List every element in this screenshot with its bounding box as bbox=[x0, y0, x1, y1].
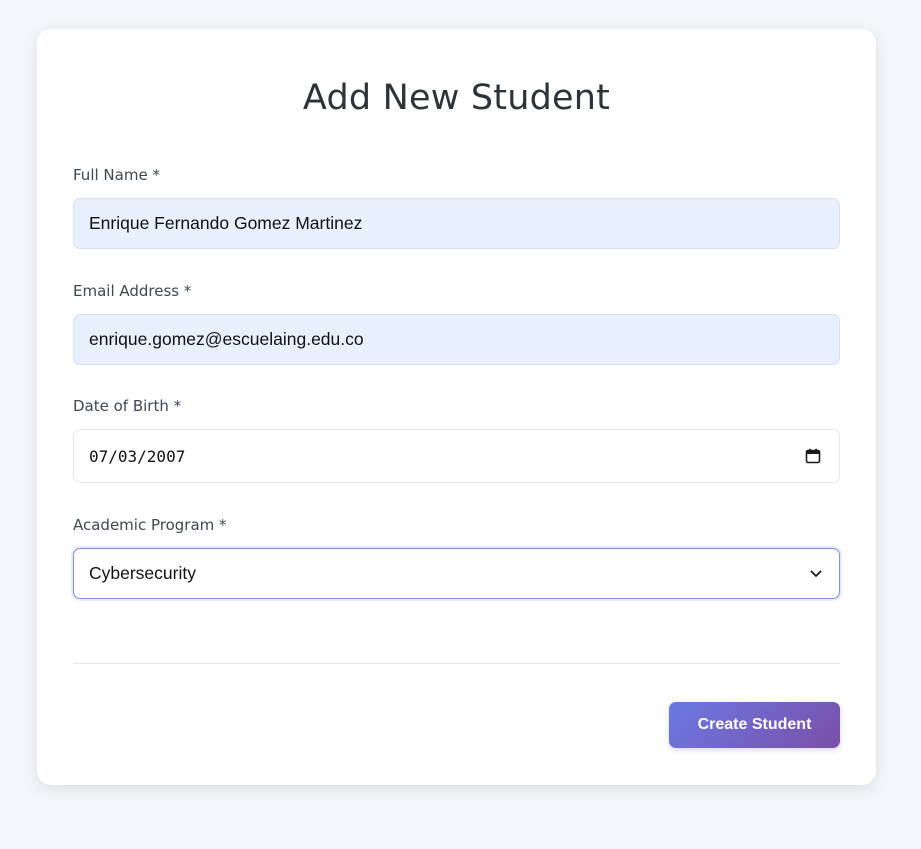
email-input[interactable]: enrique.gomez@escuelaing.edu.co bbox=[73, 314, 840, 365]
form-divider bbox=[73, 663, 840, 664]
email-label: Email Address * bbox=[73, 282, 192, 300]
calendar-icon[interactable] bbox=[805, 448, 821, 464]
program-value: Cybersecurity bbox=[89, 563, 196, 583]
full-name-value: Enrique Fernando Gomez Martinez bbox=[89, 213, 363, 233]
full-name-input[interactable]: Enrique Fernando Gomez Martinez bbox=[73, 198, 840, 249]
page-title: Add New Student bbox=[302, 78, 611, 118]
email-value: enrique.gomez@escuelaing.edu.co bbox=[89, 329, 364, 349]
add-student-card: Add New Student Full Name * Enrique Fern… bbox=[37, 29, 876, 785]
program-select[interactable]: Cybersecurity bbox=[73, 548, 840, 599]
dob-label: Date of Birth * bbox=[73, 397, 182, 415]
full-name-label: Full Name * bbox=[73, 166, 160, 184]
program-label: Academic Program * bbox=[73, 516, 227, 534]
create-student-button[interactable]: Create Student bbox=[669, 702, 840, 748]
chevron-down-icon bbox=[810, 570, 822, 578]
dob-value: 07/03/2007 bbox=[89, 446, 186, 466]
dob-input[interactable]: 07/03/2007 bbox=[73, 429, 840, 483]
